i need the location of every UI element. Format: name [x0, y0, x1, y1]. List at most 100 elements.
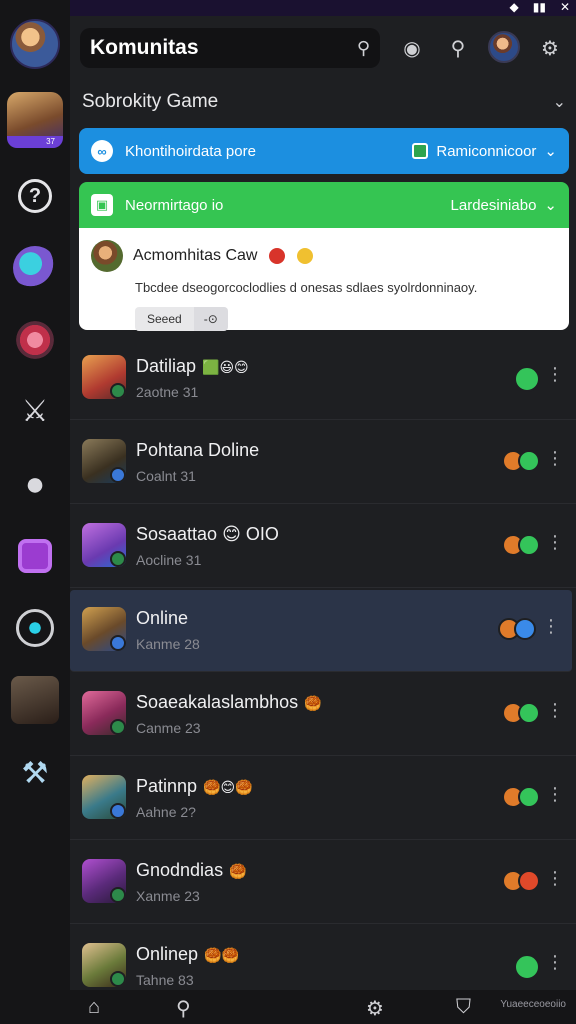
online-icon — [518, 702, 540, 724]
notification-icon — [518, 870, 540, 892]
more-icon[interactable]: ⋮ — [542, 616, 560, 637]
banner-action[interactable]: Ramiconnicoor — [436, 143, 536, 160]
main-panel: Komunitas ⚲ ◉ ⚲ ⚙ Sobrokity Game ⌄ ∞ Khon… — [70, 16, 576, 1024]
settings-icon[interactable]: ⚙ — [536, 34, 564, 62]
banner-text: Khontihoirdata pore — [125, 142, 256, 160]
list-item[interactable]: Patinnp 🥮😊🥮 Aahne 2? ⋮ — [70, 758, 576, 840]
row-name: Soaeakalaslambhos 🥮 — [136, 692, 322, 712]
list-item[interactable]: Pohtana Doline Coalnt 31 ⋮ — [70, 422, 576, 504]
row-subtitle: Kanme 28 — [136, 636, 200, 652]
settings-icon[interactable]: ⚙ — [366, 996, 384, 1021]
notice-body: Tbcdee dseogorcoclodlies d onesas sdlaes… — [135, 280, 478, 295]
online-icon — [514, 954, 540, 980]
search-icon[interactable]: ⚲ — [176, 996, 191, 1021]
list-item[interactable]: Datiliap 🟩😃😊 2aotne 31 ⋮ — [70, 338, 576, 420]
server-item[interactable]: ⚒ — [7, 746, 63, 802]
notice-title: Acmomhitas Caw — [133, 247, 258, 264]
search-icon[interactable]: ⚲ — [444, 34, 472, 62]
more-icon[interactable]: ⋮ — [546, 868, 564, 889]
row-name: Gnodndias 🥮 — [136, 860, 247, 880]
row-name: Sosaattao 😊 OIO — [136, 524, 279, 544]
online-icon — [518, 450, 540, 472]
notice-card: Acmomhitas Caw Tbcdee dseogorcoclodlies … — [79, 228, 569, 331]
more-icon[interactable]: ⋮ — [546, 364, 564, 385]
section-title: Sobrokity Game — [82, 91, 219, 112]
status-indicator — [110, 551, 126, 567]
wifi-icon: ◆ — [509, 0, 519, 14]
tag-icon — [412, 143, 429, 159]
search-icon: ● — [24, 465, 46, 503]
server-item[interactable]: ⚔ — [7, 384, 63, 440]
more-icon[interactable]: ⋮ — [546, 532, 564, 553]
row-subtitle: Aahne 2? — [136, 804, 196, 820]
avatar — [10, 19, 60, 69]
creature-icon — [13, 246, 57, 290]
status-indicator — [110, 803, 126, 819]
row-subtitle: Coalnt 31 — [136, 468, 196, 484]
status-indicator — [110, 635, 126, 651]
row-name: Patinnp 🥮😊🥮 — [136, 776, 253, 796]
status-bar: ◆ ▮▮ ✕ — [0, 0, 576, 16]
search-icon[interactable]: ⚲ — [357, 38, 370, 59]
notice-banner[interactable]: ▣ Neormirtago io Lardesiniabo ⌄ — [79, 182, 569, 228]
more-icon[interactable]: ⋮ — [546, 784, 564, 805]
more-icon[interactable]: ⋮ — [546, 700, 564, 721]
status-indicator — [110, 383, 126, 399]
server-item[interactable] — [7, 312, 63, 368]
row-subtitle: Xanme 23 — [136, 888, 200, 904]
more-button[interactable]: -⊙ — [193, 307, 228, 331]
row-subtitle: Tahne 83 — [136, 972, 194, 988]
more-icon[interactable]: ⋮ — [546, 448, 564, 469]
banner-text: Neormirtago io — [125, 196, 224, 214]
list-item[interactable]: Sosaattao 😊 OIO Aocline 31 ⋮ — [70, 506, 576, 588]
page-title: Komunitas — [90, 36, 199, 59]
home-avatar[interactable] — [7, 16, 63, 72]
seed-button[interactable]: Seeed — [135, 307, 194, 331]
status-indicator — [110, 971, 126, 987]
emoji-icon — [297, 248, 314, 264]
server-item[interactable] — [7, 600, 63, 656]
bottom-label: Yuaeeceoeoiio — [500, 999, 566, 1010]
camera-icon — [18, 539, 52, 573]
row-subtitle: Aocline 31 — [136, 552, 202, 568]
community-title[interactable]: Komunitas ⚲ — [80, 28, 380, 68]
discover-icon[interactable]: ◉ — [398, 34, 426, 62]
close-icon[interactable]: ✕ — [560, 0, 570, 14]
chevron-down-icon[interactable]: ⌄ — [553, 92, 566, 112]
compass-icon — [16, 609, 54, 647]
search-server-button[interactable]: ● — [7, 456, 63, 512]
swords-icon: ⚔ — [21, 395, 49, 428]
server-selected[interactable]: 37 — [7, 92, 63, 148]
top-bar: Komunitas ⚲ ◉ ⚲ ⚙ — [70, 16, 576, 80]
status-indicator — [110, 467, 126, 483]
server-item[interactable] — [7, 672, 63, 728]
chevron-down-icon: ⌄ — [544, 197, 557, 214]
shield-icon[interactable]: ⛉ — [456, 996, 471, 1019]
weapon-icon: ⚒ — [21, 757, 49, 790]
list-item[interactable]: Soaeakalaslambhos 🥮 Canme 23 ⋮ — [70, 674, 576, 756]
system-icons: ◆ ▮▮ ✕ — [509, 0, 570, 14]
section-header[interactable]: Sobrokity Game ⌄ — [82, 86, 566, 118]
info-banner[interactable]: ∞ Khontihoirdata pore Ramiconnicoor ⌄ — [79, 128, 569, 174]
red-dot-icon — [269, 248, 286, 264]
row-subtitle: 2aotne 31 — [136, 384, 199, 400]
status-indicator — [110, 719, 126, 735]
online-icon — [514, 618, 536, 640]
server-item[interactable] — [7, 240, 63, 296]
server-rail: 37 ? ⚔ ● ⚒ — [0, 0, 70, 1024]
question-icon: ? — [18, 179, 52, 213]
eye-icon — [13, 318, 57, 362]
server-item[interactable] — [7, 528, 63, 584]
row-name: Pohtana Doline — [136, 440, 260, 460]
home-icon[interactable]: ⌂ — [88, 996, 100, 1019]
banner-action[interactable]: Lardesiniabo — [451, 197, 537, 214]
link-icon: ∞ — [91, 140, 113, 162]
user-avatar[interactable] — [488, 31, 520, 63]
avatar — [91, 240, 123, 272]
help-button[interactable]: ? — [7, 168, 63, 224]
online-icon — [514, 366, 540, 392]
more-icon[interactable]: ⋮ — [546, 952, 564, 973]
list-item[interactable]: Gnodndias 🥮 Xanme 23 ⋮ — [70, 842, 576, 924]
online-icon — [518, 786, 540, 808]
list-item-selected[interactable]: Online Kanme 28 ⋮ — [70, 590, 572, 672]
